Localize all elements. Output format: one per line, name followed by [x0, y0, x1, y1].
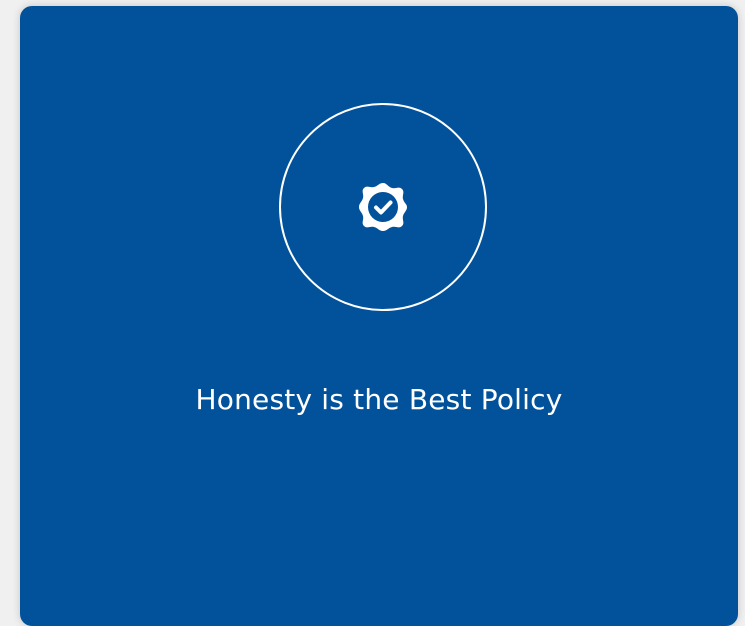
verified-badge-icon [357, 181, 409, 233]
card-title: Honesty is the Best Policy [195, 383, 563, 416]
icon-ring [279, 103, 487, 311]
value-card: Honesty is the Best Policy [20, 6, 738, 626]
